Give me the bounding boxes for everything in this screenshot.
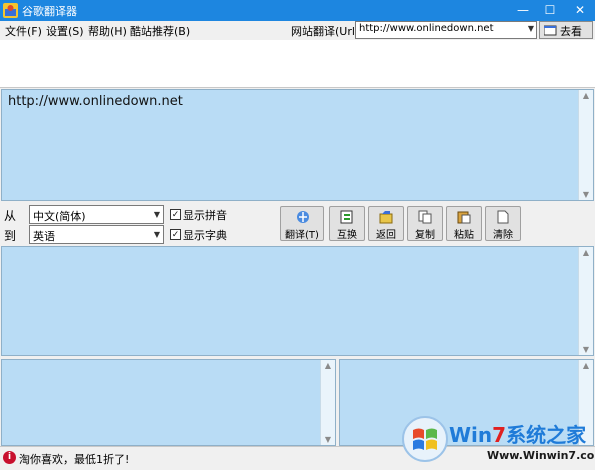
maximize-button[interactable]: ☐ [535, 0, 565, 21]
close-button[interactable]: ✕ [565, 0, 595, 21]
title-bar: 谷歌翻译器 — ☐ ✕ [0, 0, 595, 21]
chevron-down-icon[interactable]: ▼ [528, 24, 534, 33]
app-icon [3, 3, 18, 18]
source-language-value: 中文(简体) [33, 210, 86, 223]
scroll-down-icon[interactable]: ▼ [579, 345, 593, 354]
copy-icon [418, 210, 432, 224]
minimize-button[interactable]: — [508, 0, 538, 21]
chevron-down-icon[interactable]: ▼ [154, 230, 160, 239]
menu-recommended-sites[interactable]: 酷站推荐(B) [130, 23, 190, 39]
scroll-up-icon[interactable]: ▲ [579, 91, 593, 100]
windows-logo-icon [401, 415, 449, 463]
vertical-scrollbar[interactable]: ▲ ▼ [320, 360, 335, 445]
translate-button[interactable]: 翻译(T) [280, 206, 324, 241]
paste-button[interactable]: 粘贴 [446, 206, 482, 241]
watermark-url: Www.Winwin7.com [487, 449, 595, 462]
paste-icon [457, 210, 471, 224]
back-button[interactable]: 返回 [368, 206, 404, 241]
scroll-down-icon[interactable]: ▼ [579, 190, 593, 199]
go-icon [543, 25, 557, 39]
go-label: 去看 [560, 25, 582, 38]
target-language-value: 英语 [33, 230, 55, 243]
web-view-area[interactable] [0, 40, 595, 88]
source-text-area[interactable]: http://www.onlinedown.net ▲ ▼ [1, 89, 594, 201]
url-label: 网站翻译(Url) [291, 25, 360, 38]
swap-label: 互换 [337, 230, 357, 241]
copy-button[interactable]: 复制 [407, 206, 443, 241]
url-value: http://www.onlinedown.net [359, 23, 494, 34]
watermark-brand: Win7系统之家 [449, 419, 586, 448]
menu-help[interactable]: 帮助(H) [88, 23, 127, 39]
back-icon [379, 210, 393, 224]
watermark-win: Win [449, 423, 493, 447]
status-text[interactable]: 淘你喜欢，最低1折了! [19, 451, 129, 467]
clear-label: 清除 [493, 230, 513, 241]
show-dict-checkbox[interactable]: ✓ [170, 229, 181, 240]
clear-button[interactable]: 清除 [485, 206, 521, 241]
from-label: 从 [4, 209, 17, 223]
menu-settings[interactable]: 设置(S) [46, 23, 84, 39]
go-button[interactable]: 去看 [539, 21, 593, 39]
vertical-scrollbar[interactable]: ▲ ▼ [578, 90, 593, 200]
scroll-down-icon[interactable]: ▼ [321, 435, 335, 444]
copy-label: 复制 [415, 230, 435, 241]
swap-button[interactable]: 互换 [329, 206, 365, 241]
source-language-select[interactable]: 中文(简体) ▼ [29, 205, 164, 224]
vertical-scrollbar[interactable]: ▲ ▼ [578, 247, 593, 355]
show-dict-label[interactable]: 显示字典 [183, 227, 227, 243]
to-label: 到 [4, 229, 17, 243]
watermark-rest: 系统之家 [506, 423, 587, 447]
pinyin-pane[interactable]: ▲ ▼ [1, 359, 336, 446]
source-text: http://www.onlinedown.net [8, 94, 183, 109]
translate-label: 翻译(T) [285, 230, 319, 241]
result-text-area[interactable]: ▲ ▼ [1, 246, 594, 356]
translate-icon [296, 210, 310, 224]
window-title: 谷歌翻译器 [22, 5, 77, 18]
show-pinyin-checkbox[interactable]: ✓ [170, 209, 181, 220]
url-combobox[interactable]: http://www.onlinedown.net ▼ [355, 21, 537, 39]
paste-label: 粘贴 [454, 230, 474, 241]
back-label: 返回 [376, 230, 396, 241]
scroll-up-icon[interactable]: ▲ [579, 361, 593, 370]
target-language-select[interactable]: 英语 ▼ [29, 225, 164, 244]
clear-icon [496, 210, 510, 224]
scroll-up-icon[interactable]: ▲ [579, 248, 593, 257]
scroll-up-icon[interactable]: ▲ [321, 361, 335, 370]
watermark-seven: 7 [492, 423, 507, 447]
swap-icon [340, 210, 354, 224]
watermark: Win7系统之家 Www.Winwin7.com [395, 413, 595, 470]
info-icon: i [3, 451, 16, 464]
chevron-down-icon[interactable]: ▼ [154, 210, 160, 219]
menu-file[interactable]: 文件(F) [5, 23, 42, 39]
show-pinyin-label[interactable]: 显示拼音 [183, 207, 227, 223]
